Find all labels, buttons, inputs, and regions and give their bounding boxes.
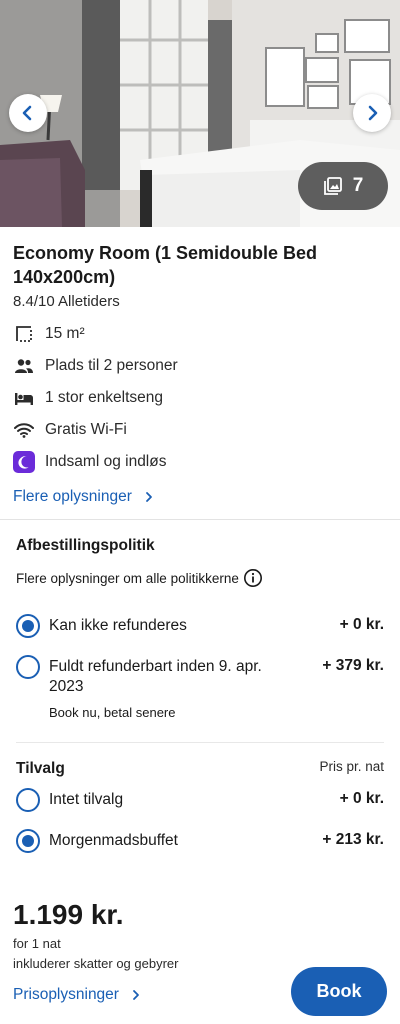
room-size-icon — [13, 323, 35, 345]
chevron-left-icon — [22, 105, 32, 121]
more-info-link[interactable]: Flere oplysninger — [13, 488, 154, 506]
radio-button[interactable] — [16, 655, 40, 679]
amenity-label: 15 m² — [45, 325, 85, 342]
next-photo-button[interactable] — [353, 94, 391, 132]
cancellation-option-nonrefundable[interactable]: Kan ikke refunderes + 0 kr. — [16, 614, 384, 640]
option-sublabel: Book nu, betal senere — [49, 705, 176, 720]
cancellation-option-refundable[interactable]: Fuldt refunderbart inden 9. apr. 2023 + … — [16, 655, 384, 725]
option-price: + 0 kr. — [339, 790, 384, 807]
option-label: Fuldt refunderbart inden 9. apr. 2023 — [49, 658, 262, 695]
option-price: + 379 kr. — [322, 657, 384, 674]
radio-button[interactable] — [16, 788, 40, 812]
photo-count: 7 — [352, 175, 364, 196]
amenity-wifi: Gratis Wi-Fi — [13, 418, 127, 442]
amenity-label: Indsaml og indløs — [45, 453, 167, 470]
option-label: Kan ikke refunderes — [49, 617, 187, 634]
amenity-label: Plads til 2 personer — [45, 357, 178, 374]
info-icon — [243, 569, 262, 587]
rewards-moon-icon — [13, 451, 35, 473]
chevron-right-icon — [368, 105, 378, 121]
price-details-link[interactable]: Prisoplysninger — [13, 986, 141, 1004]
amenity-rewards: Indsaml og indløs — [13, 450, 166, 474]
amenity-bed: 1 stor enkeltseng — [13, 386, 163, 410]
cancellation-title: Afbestillingspolitik — [16, 537, 155, 554]
people-icon — [13, 355, 35, 377]
extras-title: Tilvalg — [16, 760, 65, 777]
extra-option-breakfast[interactable]: Morgenmadsbuffet + 213 kr. — [16, 829, 384, 855]
more-info-label: Flere oplysninger — [13, 488, 132, 505]
policy-info-link[interactable]: Flere oplysninger om alle politikkerne — [16, 568, 263, 588]
price-per-night-note: Pris pr. nat — [319, 759, 384, 774]
price-details-label: Prisoplysninger — [13, 986, 119, 1003]
option-price: + 213 kr. — [322, 831, 384, 848]
option-label: Morgenmadsbuffet — [49, 832, 178, 849]
per-night-label: for 1 nat — [13, 936, 61, 951]
wifi-icon — [13, 419, 35, 441]
bed-icon — [13, 387, 35, 409]
section-divider — [16, 742, 384, 743]
room-title: Economy Room (1 Semidouble Bed 140x200cm… — [13, 243, 318, 287]
book-button[interactable]: Book — [291, 967, 387, 1016]
total-price: 1.199 kr. — [13, 899, 124, 930]
room-photo[interactable]: 7 — [0, 0, 400, 227]
gallery-button[interactable]: 7 — [298, 162, 388, 210]
extra-option-none[interactable]: Intet tilvalg + 0 kr. — [16, 788, 384, 814]
chevron-right-icon — [133, 990, 139, 1000]
option-price: + 0 kr. — [339, 616, 384, 633]
section-divider — [0, 519, 400, 520]
image-gallery-icon — [323, 177, 342, 195]
radio-button[interactable] — [16, 614, 40, 638]
amenity-capacity: Plads til 2 personer — [13, 354, 178, 378]
amenity-label: Gratis Wi-Fi — [45, 421, 127, 438]
chevron-right-icon — [146, 492, 152, 502]
amenity-label: 1 stor enkeltseng — [45, 389, 164, 406]
radio-button[interactable] — [16, 829, 40, 853]
taxes-note: inkluderer skatter og gebyrer — [13, 956, 179, 971]
policy-info-label: Flere oplysninger om alle politikkerne — [16, 570, 239, 586]
amenity-room-size: 15 m² — [13, 322, 85, 346]
option-label: Intet tilvalg — [49, 791, 124, 808]
previous-photo-button[interactable] — [9, 94, 47, 132]
room-rating: 8.4/10 Alletiders — [13, 293, 120, 310]
